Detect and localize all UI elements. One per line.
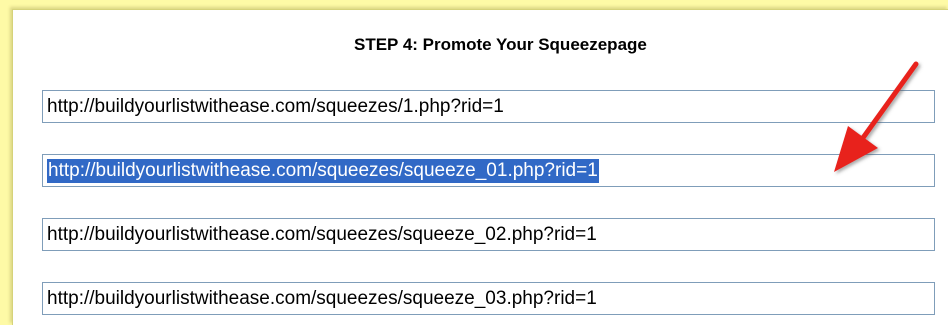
url-text-1: http://buildyourlistwithease.com/squeeze… <box>47 95 504 117</box>
url-field-2[interactable]: http://buildyourlistwithease.com/squeeze… <box>42 154 935 187</box>
url-field-3[interactable]: http://buildyourlistwithease.com/squeeze… <box>42 218 935 251</box>
step-title: STEP 4: Promote Your Squeezepage <box>354 35 647 54</box>
url-text-3: http://buildyourlistwithease.com/squeeze… <box>47 223 597 245</box>
url-text-2-selected: http://buildyourlistwithease.com/squeeze… <box>47 158 599 183</box>
url-field-1[interactable]: http://buildyourlistwithease.com/squeeze… <box>42 90 935 123</box>
url-text-4: http://buildyourlistwithease.com/squeeze… <box>47 287 597 309</box>
red-arrow-icon <box>834 61 919 172</box>
url-field-4[interactable]: http://buildyourlistwithease.com/squeeze… <box>42 282 935 315</box>
